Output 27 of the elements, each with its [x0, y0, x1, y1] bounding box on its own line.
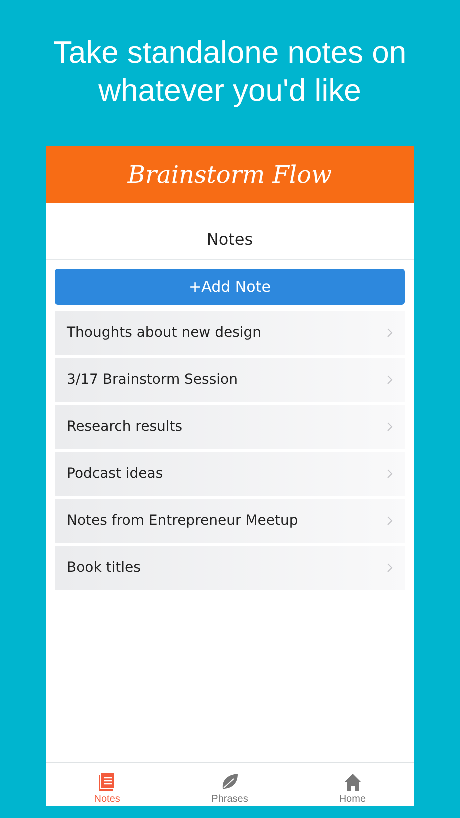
leaf-icon [221, 773, 239, 791]
note-row[interactable]: Podcast ideas [55, 452, 405, 496]
chevron-icon [387, 563, 393, 573]
note-title: Book titles [67, 560, 141, 576]
note-row[interactable]: 3/17 Brainstorm Session [55, 358, 405, 402]
home-icon [344, 773, 362, 791]
tab[interactable]: Home [291, 763, 414, 806]
chevron-icon [387, 422, 393, 432]
note-title: Podcast ideas [67, 466, 164, 482]
chevron-icon [387, 469, 393, 479]
section-title: Notes [206, 230, 254, 249]
note-title: 3/17 Brainstorm Session [67, 372, 238, 388]
chevron-icon [387, 516, 393, 526]
chevron-icon [387, 328, 393, 338]
note-row[interactable]: Research results [55, 405, 405, 449]
headline: Take standalone notes on whatever you'd like [52, 34, 408, 110]
note-row[interactable]: Thoughts about new design [55, 311, 405, 355]
note-row[interactable]: Book titles [55, 546, 405, 590]
app-logo: Brainstorm Flow [128, 160, 332, 188]
note-row[interactable]: Notes from Entrepreneur Meetup [55, 499, 405, 543]
note-title: Thoughts about new design [67, 325, 262, 341]
add-note-button[interactable]: +Add Note [55, 269, 405, 305]
note-title: Research results [67, 419, 183, 435]
tab[interactable]: Phrases [168, 763, 292, 806]
notes-icon [99, 773, 116, 791]
chevron-icon [387, 375, 393, 385]
note-title: Notes from Entrepreneur Meetup [67, 513, 298, 529]
